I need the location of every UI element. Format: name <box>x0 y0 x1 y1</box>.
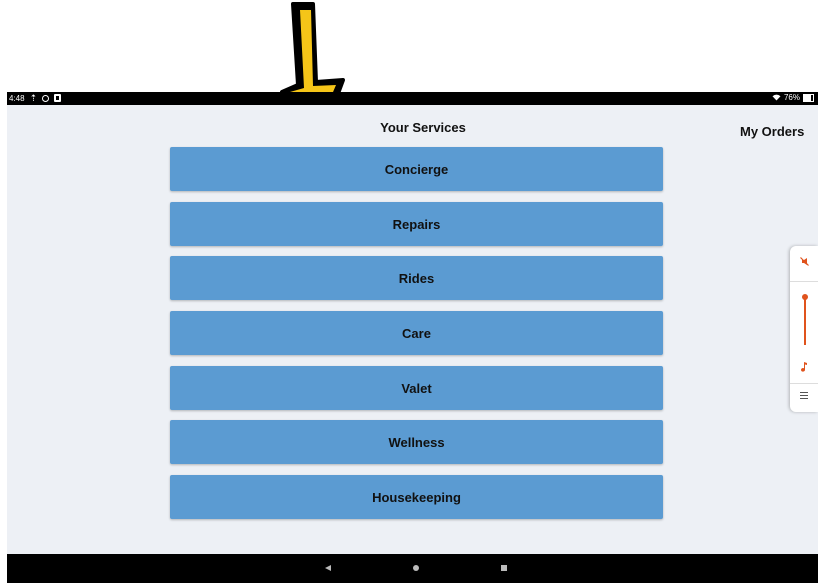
concierge-button[interactable]: Concierge <box>170 147 663 191</box>
home-icon[interactable] <box>413 565 419 571</box>
circle-icon <box>42 94 50 102</box>
panel-divider <box>790 281 818 282</box>
wellness-button[interactable]: Wellness <box>170 420 663 464</box>
mute-icon[interactable] <box>800 257 809 266</box>
app-icon <box>54 94 62 102</box>
valet-button[interactable]: Valet <box>170 366 663 410</box>
battery-percent: 76% <box>783 93 800 102</box>
volume-panel <box>790 246 818 412</box>
upload-arrow-icon: ⇡ <box>29 93 38 103</box>
recents-icon[interactable] <box>501 565 507 571</box>
battery-icon <box>803 93 814 102</box>
tablet-screen: 4:48 ⇡ 76% Your Services My Orders Conci… <box>7 92 818 583</box>
navigation-bar <box>7 554 818 583</box>
status-time: 4:48 <box>9 93 25 103</box>
volume-slider[interactable] <box>802 294 808 348</box>
rides-button[interactable]: Rides <box>170 256 663 300</box>
slider-track <box>804 299 806 345</box>
my-orders-link[interactable]: My Orders <box>740 124 804 139</box>
page-title: Your Services <box>380 120 466 135</box>
back-icon[interactable] <box>325 565 331 571</box>
panel-divider <box>790 383 818 384</box>
music-note-icon[interactable] <box>800 362 808 372</box>
wifi-icon <box>772 94 781 101</box>
housekeeping-button[interactable]: Housekeeping <box>170 475 663 519</box>
care-button[interactable]: Care <box>170 311 663 355</box>
settings-icon[interactable] <box>800 392 808 400</box>
repairs-button[interactable]: Repairs <box>170 202 663 246</box>
status-bar: 4:48 ⇡ 76% <box>7 92 818 105</box>
